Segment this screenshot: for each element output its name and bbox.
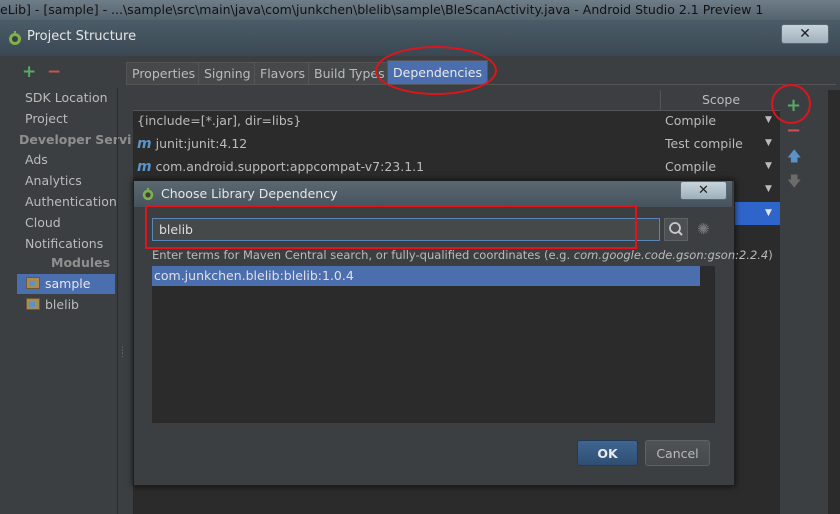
table-row[interactable]: {include=[*.jar], dir=libs} Compile ▼ [133,109,780,132]
chevron-down-icon[interactable]: ▼ [765,109,772,132]
maven-icon: m [137,136,152,152]
nav-item-module-sample[interactable]: sample [26,274,90,294]
project-structure-title: Project Structure [27,29,137,44]
chevron-down-icon[interactable]: ▼ [765,155,772,178]
nav-item-project[interactable]: Project [25,109,68,129]
search-hint: Enter terms for Maven Central search, or… [152,248,773,262]
android-studio-icon [9,31,21,45]
nav-item-authentication[interactable]: Authentication [25,192,117,212]
ide-window-title: eLib] - [sample] - ...\sample\src\main\j… [0,0,840,20]
dependency-name: {include=[*.jar], dir=libs} [137,113,302,128]
nav-item-sdk-location[interactable]: SDK Location [25,88,108,108]
tab-flavors[interactable]: Flavors [254,62,312,84]
maven-icon: m [137,159,152,175]
dependency-scope[interactable]: Compile [665,155,716,178]
nav-item-module-blelib[interactable]: blelib [26,295,79,315]
dependency-name: junit:junit:4.12 [155,136,248,151]
tab-signing[interactable]: Signing [198,62,257,84]
splitter-grip-icon: ⋮ ⋮ [118,346,127,359]
close-window-button[interactable]: ✕ [781,24,829,44]
nav-item-cloud[interactable]: Cloud [25,213,61,233]
annotation-box-search [145,205,637,249]
move-down-icon[interactable]: 🡇 [787,171,801,195]
module-label: blelib [45,297,79,312]
annotation-circle-dependencies [375,46,497,95]
background-editor-edge [828,90,840,514]
panel-splitter[interactable] [117,88,122,514]
ok-button[interactable]: OK [577,440,638,466]
nav-section-developer-services: Developer Servi [19,132,132,147]
dependency-name-cell: m com.android.support:appcompat-v7:23.1.1 [137,155,424,179]
dependency-scope[interactable]: Test compile [665,132,743,155]
chevron-down-icon[interactable]: ▼ [765,132,772,155]
list-item[interactable]: com.junkchen.blelib:blelib:1.0.4 [154,266,354,286]
annotation-circle-add [771,84,811,124]
dependency-scope[interactable]: Compile [665,109,716,132]
dependency-name-cell: m junit:junit:4.12 [137,132,247,156]
dialog-close-button[interactable]: ✕ [680,181,727,200]
chevron-down-icon[interactable]: ▼ [765,202,772,225]
move-up-icon[interactable]: 🡅 [787,146,801,170]
loading-spinner-icon: ✺ [697,220,710,238]
nav-item-analytics[interactable]: Analytics [25,171,82,191]
table-row[interactable]: m junit:junit:4.12 Test compile ▼ [133,132,780,155]
chevron-down-icon[interactable]: ▼ [765,178,772,201]
nav-section-modules: Modules [51,255,111,270]
remove-module-button[interactable]: − [47,64,61,81]
add-module-button[interactable]: + [22,64,36,81]
search-icon [669,222,683,236]
table-row[interactable]: m com.android.support:appcompat-v7:23.1.1… [133,155,780,178]
nav-item-notifications[interactable]: Notifications [25,234,103,254]
search-results-list [152,266,715,423]
nav-item-ads[interactable]: Ads [25,150,48,170]
dependency-name: com.android.support:appcompat-v7:23.1.1 [155,159,425,174]
scope-column-header[interactable]: Scope [660,90,781,110]
module-label: sample [45,276,91,291]
cancel-button[interactable]: Cancel [645,440,710,466]
dialog-title: Choose Library Dependency [161,186,338,201]
module-folder-icon [26,277,40,289]
search-button[interactable] [664,218,688,241]
android-studio-icon [142,187,154,201]
module-folder-icon [26,298,40,310]
tab-properties[interactable]: Properties [126,62,202,84]
structure-nav: SDK Location Project Developer Servi Ads… [17,88,131,514]
